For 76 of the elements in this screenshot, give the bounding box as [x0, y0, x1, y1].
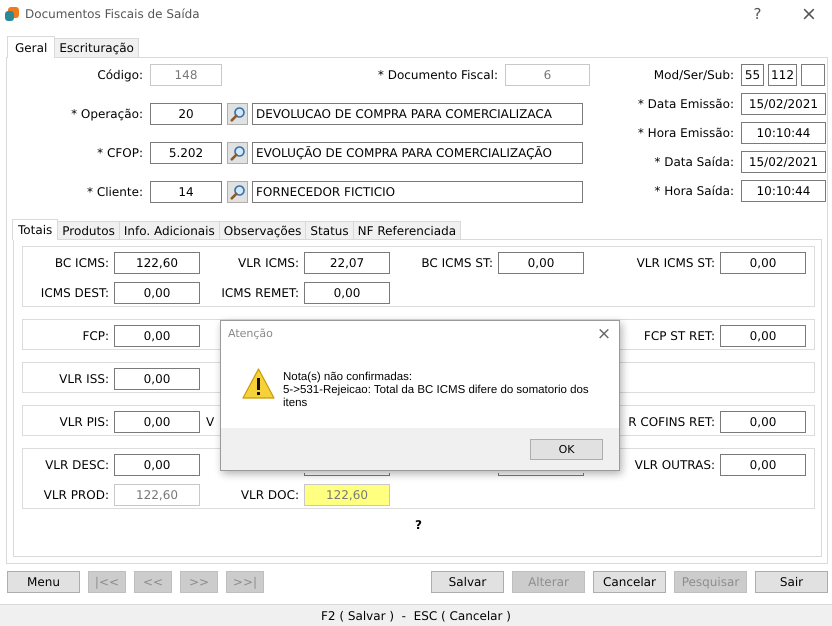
warning-icon: [242, 368, 275, 399]
help-mark: ?: [414, 518, 423, 532]
input-field[interactable]: 14: [150, 181, 222, 203]
field-label: VLR ICMS ST:: [636, 256, 715, 270]
field-label: V: [206, 415, 214, 429]
search-button[interactable]: [227, 103, 248, 125]
input-field[interactable]: 10:10:44: [741, 122, 826, 144]
toolbar-button[interactable]: Sair: [755, 571, 828, 593]
field-label: * Documento Fiscal:: [378, 68, 498, 82]
field-label: VLR ICMS:: [238, 256, 299, 270]
field-label: VLR ISS:: [59, 372, 109, 386]
field-label: ICMS REMET:: [221, 286, 299, 300]
toolbar-button[interactable]: Cancelar: [593, 571, 666, 593]
close-button[interactable]: ×: [589, 324, 619, 344]
tab[interactable]: Info. Adicionais: [118, 221, 220, 239]
input-field[interactable]: 122,60: [114, 252, 200, 274]
field-label: BC ICMS ST:: [421, 256, 493, 270]
search-icon: [230, 145, 246, 161]
status-bar: F2 ( Salvar ) - ESC ( Cancelar ): [0, 604, 832, 626]
dialog-title: Atenção: [228, 327, 273, 340]
field-label: * Hora Saída:: [654, 184, 734, 198]
error-message: Nota(s) não confirmadas: 5->531-Rejeicao: Total da BC ICMS difere do somatorio dos itens: [283, 370, 590, 410]
input-field[interactable]: 0,00: [720, 252, 806, 274]
field-label: * Data Emissão:: [638, 97, 734, 111]
input-field[interactable]: 20: [150, 103, 222, 125]
field-label: * Operação:: [71, 107, 143, 121]
tab[interactable]: Produtos: [57, 221, 120, 239]
field-label: * Hora Emissão:: [638, 126, 734, 140]
input-field[interactable]: 0,00: [114, 282, 200, 304]
search-button[interactable]: [227, 142, 248, 164]
input-field[interactable]: EVOLUÇÃO DE COMPRA PARA COMERCIALIZAÇÃO: [252, 142, 583, 164]
help-button[interactable]: ?: [735, 5, 780, 23]
field-label: BC ICMS:: [54, 256, 109, 270]
field-label: FCP ST RET:: [644, 329, 715, 343]
input-field[interactable]: 0,00: [498, 252, 584, 274]
tab[interactable]: Observações: [218, 221, 306, 239]
tab[interactable]: NF Referenciada: [352, 221, 462, 239]
field-label: VLR DOC:: [240, 488, 299, 502]
input-field[interactable]: FORNECEDOR FICTICIO: [252, 181, 583, 203]
input-field[interactable]: 0,00: [304, 282, 390, 304]
search-icon: [230, 106, 246, 122]
field-label: VLR OUTRAS:: [634, 458, 715, 472]
input-field[interactable]: 112: [768, 64, 797, 86]
field-label: VLR PROD:: [44, 488, 109, 502]
ok-button[interactable]: OK: [530, 438, 603, 460]
input-field[interactable]: 22,07: [304, 252, 390, 274]
search-icon: [230, 184, 246, 200]
field-label: FCP:: [82, 329, 109, 343]
field-label: VLR DESC:: [45, 458, 109, 472]
field-label: Mod/Ser/Sub:: [654, 68, 734, 82]
input-field[interactable]: 15/02/2021: [741, 93, 826, 115]
field-label: Código:: [97, 68, 143, 82]
close-button[interactable]: ×: [786, 3, 832, 25]
toolbar-button[interactable]: Menu: [7, 571, 80, 593]
input-field[interactable]: 10:10:44: [741, 180, 826, 202]
field-label: * Data Saída:: [654, 155, 734, 169]
field-label: ICMS DEST:: [40, 286, 109, 300]
field-label: VLR PIS:: [60, 415, 109, 429]
tab[interactable]: Geral: [7, 36, 56, 58]
input-field[interactable]: 15/02/2021: [741, 151, 826, 173]
input-field[interactable]: 55: [741, 64, 764, 86]
input-field[interactable]: 148: [150, 64, 222, 86]
field-label: * Cliente:: [87, 185, 143, 199]
input-field[interactable]: 6: [505, 64, 590, 86]
search-button[interactable]: [227, 181, 248, 203]
toolbar-button[interactable]: Salvar: [431, 571, 504, 593]
field-label: * CFOP:: [97, 146, 143, 160]
tab[interactable]: Status: [305, 221, 354, 239]
input-field[interactable]: DEVOLUCAO DE COMPRA PARA COMERCIALIZACA: [252, 103, 583, 125]
input-field[interactable]: [801, 64, 825, 86]
window-title: Documentos Fiscais de Saída: [25, 7, 201, 21]
tab[interactable]: Escrituração: [54, 38, 139, 57]
app-icon: [5, 7, 19, 21]
tab[interactable]: Totais: [12, 219, 58, 240]
input-field[interactable]: 5.202: [150, 142, 222, 164]
field-label: R COFINS RET:: [628, 415, 715, 429]
